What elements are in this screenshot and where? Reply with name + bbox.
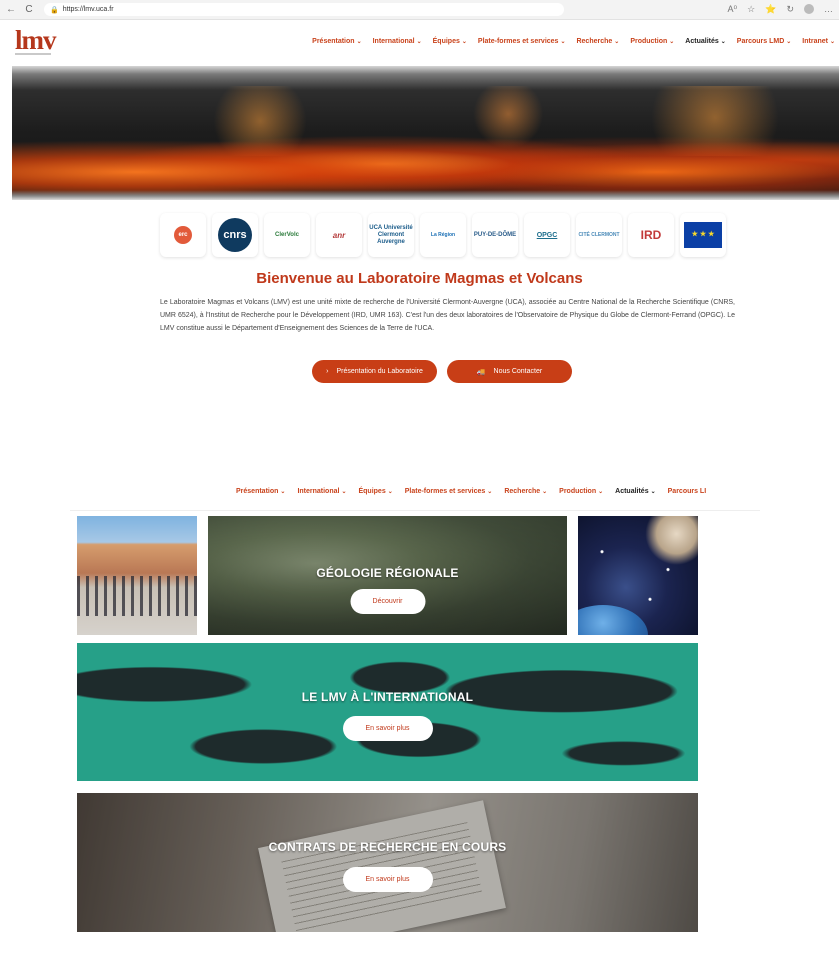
chevron-down-icon: ⌄	[387, 489, 393, 495]
chevron-down-icon: ⌄	[560, 39, 566, 45]
international-title: LE LMV À L'INTERNATIONAL	[301, 690, 474, 704]
chevron-down-icon: ⌄	[416, 39, 422, 45]
main-nav: Présentation ⌄ International ⌄ Équipes ⌄ Pl…	[312, 38, 835, 45]
welcome-paragraph: Le Laboratoire Magmas et Volcans (LMV) e…	[160, 299, 735, 332]
nav-production[interactable]: Production ⌄	[630, 38, 674, 45]
nav-parcours-lmd[interactable]: Parcours LMD ⌄	[737, 38, 792, 45]
chevron-down-icon: ⌄	[786, 39, 792, 45]
chevron-down-icon: ⌄	[720, 39, 726, 45]
url-text[interactable]: https://lmv.uca.fr	[63, 6, 114, 13]
nav-actualites[interactable]: Actualités ⌄	[685, 38, 726, 45]
partner-logo-anr[interactable]: anr	[316, 213, 362, 257]
tile-international[interactable]: LE LMV À L'INTERNATIONAL En savoir plus	[77, 643, 698, 781]
chevron-down-icon: ⌄	[598, 489, 604, 495]
nav-international[interactable]: International ⌄	[373, 38, 422, 45]
hero-lava-glow	[12, 116, 839, 196]
back-icon[interactable]: ←	[4, 4, 18, 15]
tile-overlay	[77, 793, 698, 932]
city-crowd	[77, 576, 197, 616]
browser-toolbar: ← C 🔒 https://lmv.uca.fr A⁰ ☆ ⭐ ↻ …	[0, 0, 839, 20]
nav-plateformes[interactable]: Plate-formes et services ⌄	[478, 38, 566, 45]
chevron-down-icon: ⌄	[829, 39, 835, 45]
sticky-nav-parcours[interactable]: Parcours LI	[668, 488, 707, 495]
partner-logo-region[interactable]: La Région	[420, 213, 466, 257]
browser-actions: A⁰ ☆ ⭐ ↻ …	[728, 4, 839, 15]
partner-logo-cite-clermont[interactable]: CITÉ CLERMONT	[576, 213, 622, 257]
address-bar[interactable]: 🔒 https://lmv.uca.fr	[44, 3, 564, 16]
chevron-down-icon: ⌄	[461, 39, 467, 45]
contact-button-label: Nous Contacter	[493, 368, 543, 375]
sticky-nav: Présentation ⌄ International ⌄ Équipes ⌄ Pl…	[236, 488, 706, 495]
contrats-more-button[interactable]: En savoir plus	[342, 867, 433, 892]
partner-logos: erc cnrs ClerVolc anr UCA Université Cle…	[160, 213, 726, 257]
partner-logo-opgc[interactable]: OPGC	[524, 213, 570, 257]
site-header: lmv Présentation ⌄ International ⌄ Équipes…	[0, 20, 839, 64]
cta-group: › Présentation du Laboratoire 🚚 Nous Con…	[312, 360, 572, 383]
partner-logo-puy-de-dome[interactable]: PUY-DE-DÔME	[472, 213, 518, 257]
favorite-icon[interactable]: ☆	[747, 4, 755, 15]
sticky-nav-presentation[interactable]: Présentation ⌄	[236, 488, 285, 495]
nav-intranet[interactable]: Intranet ⌄	[802, 38, 835, 45]
presentation-button-label: Présentation du Laboratoire	[336, 368, 423, 375]
tile-contrats[interactable]: CONTRATS DE RECHERCHE EN COURS En savoir…	[77, 793, 698, 932]
nav-presentation[interactable]: Présentation ⌄	[312, 38, 361, 45]
chevron-right-icon: ›	[326, 368, 329, 375]
sticky-nav-international[interactable]: International ⌄	[297, 488, 346, 495]
chevron-down-icon: ⌄	[487, 489, 493, 495]
more-icon[interactable]: …	[824, 4, 833, 15]
chevron-down-icon: ⌄	[356, 39, 362, 45]
hero-edge	[12, 190, 839, 200]
tile-city-image[interactable]	[77, 516, 197, 635]
nav-equipes[interactable]: Équipes ⌄	[433, 38, 467, 45]
tile-space-image[interactable]	[578, 516, 698, 635]
chevron-down-icon: ⌄	[341, 489, 347, 495]
sticky-nav-actualites[interactable]: Actualités ⌄	[615, 488, 656, 495]
sticky-nav-production[interactable]: Production ⌄	[559, 488, 603, 495]
welcome-title: Bienvenue au Laboratoire Magmas et Volca…	[256, 270, 583, 287]
sticky-nav-plateformes[interactable]: Plate-formes et services ⌄	[405, 488, 493, 495]
partner-logo-uca[interactable]: UCA Université Clermont Auvergne	[368, 213, 414, 257]
truck-icon: 🚚	[476, 368, 486, 376]
chevron-down-icon: ⌄	[542, 489, 548, 495]
tile-geologie-regionale[interactable]: GÉOLOGIE RÉGIONALE Découvrir	[208, 516, 567, 635]
profile-avatar[interactable]	[804, 4, 814, 14]
refresh-icon[interactable]: C	[22, 4, 36, 15]
nav-recherche[interactable]: Recherche ⌄	[576, 38, 619, 45]
partner-logo-cnrs[interactable]: cnrs	[212, 213, 258, 257]
lmv-logo[interactable]: lmv	[15, 27, 56, 54]
decouvrir-button[interactable]: Découvrir	[350, 589, 425, 614]
chevron-down-icon: ⌄	[280, 489, 286, 495]
partner-logo-clervolc[interactable]: ClerVolc	[264, 213, 310, 257]
geologie-title: GÉOLOGIE RÉGIONALE	[316, 566, 459, 580]
chevron-down-icon: ⌄	[650, 489, 656, 495]
hero-banner-lava	[12, 66, 839, 200]
world-map	[77, 643, 698, 781]
international-more-button[interactable]: En savoir plus	[342, 716, 433, 741]
history-icon[interactable]: ↻	[786, 4, 794, 15]
lock-icon: 🔒	[50, 6, 59, 14]
logo-underline	[15, 53, 51, 55]
contact-button[interactable]: 🚚 Nous Contacter	[447, 360, 572, 383]
presentation-button[interactable]: › Présentation du Laboratoire	[312, 360, 437, 383]
sticky-nav-recherche[interactable]: Recherche ⌄	[504, 488, 547, 495]
sticky-nav-divider	[70, 510, 760, 511]
partner-logo-ird[interactable]: IRD	[628, 213, 674, 257]
chevron-down-icon: ⌄	[669, 39, 675, 45]
chevron-down-icon: ⌄	[614, 39, 620, 45]
partner-logo-eu[interactable]: ★ ★ ★	[680, 213, 726, 257]
contrats-title: CONTRATS DE RECHERCHE EN COURS	[268, 840, 507, 854]
sticky-nav-equipes[interactable]: Équipes ⌄	[358, 488, 392, 495]
partner-logo-erc[interactable]: erc	[160, 213, 206, 257]
favorites-list-icon[interactable]: ⭐	[765, 4, 776, 15]
read-aloud-icon[interactable]: A⁰	[728, 4, 738, 15]
